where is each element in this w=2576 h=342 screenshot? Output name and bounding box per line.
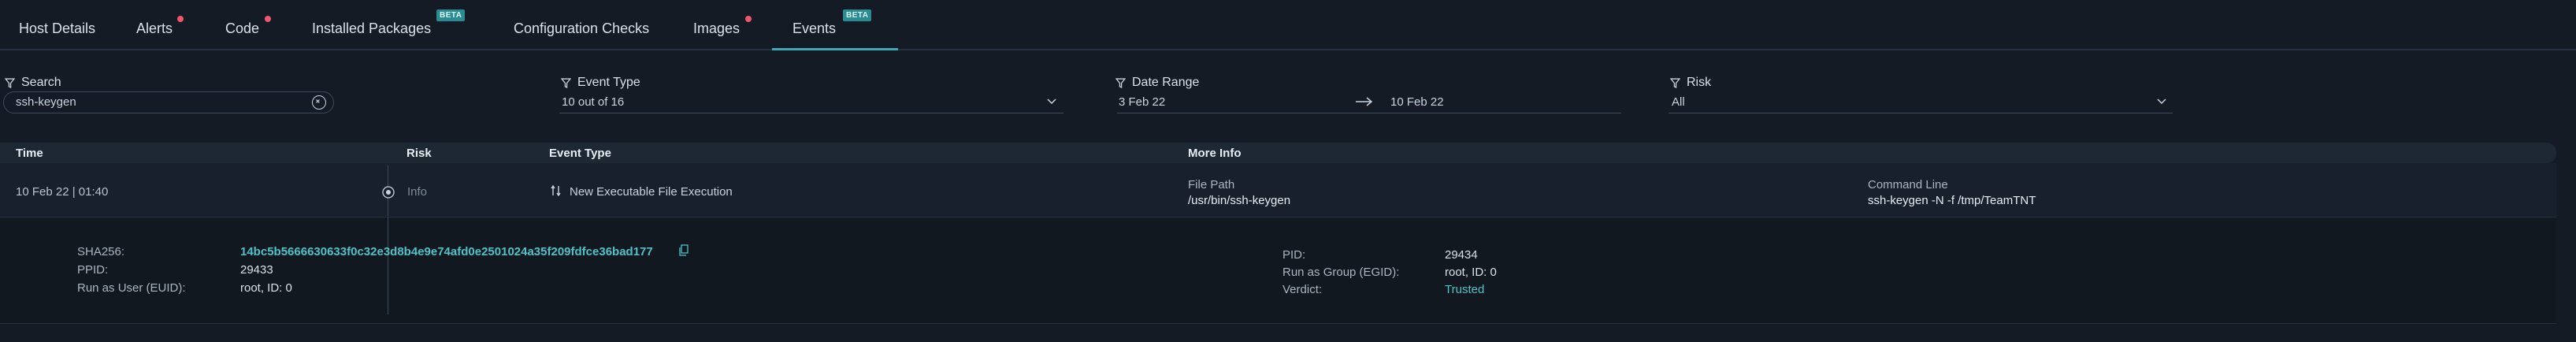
tab-alerts[interactable]: Alerts bbox=[136, 16, 184, 37]
pid-value: 29434 bbox=[1445, 248, 1478, 262]
arrow-right-icon bbox=[1356, 97, 1373, 106]
event-time: 10 Feb 22 | 01:40 bbox=[16, 185, 109, 199]
notification-dot bbox=[265, 16, 271, 22]
event-type-select[interactable]: 10 out of 16 bbox=[562, 95, 624, 109]
tab-images[interactable]: Images bbox=[693, 16, 752, 37]
verdict-label: Verdict: bbox=[1282, 283, 1323, 296]
file-path-value: /usr/bin/ssh-keygen bbox=[1188, 194, 1291, 207]
tab-installed-packages[interactable]: Installed Packages BETA bbox=[312, 9, 466, 37]
event-type: New Executable File Execution bbox=[570, 185, 733, 199]
filter-icon bbox=[1670, 77, 1680, 88]
column-header-event-type[interactable]: Event Type bbox=[549, 147, 611, 160]
tab-label: Alerts bbox=[136, 20, 173, 36]
file-execution-icon bbox=[551, 184, 561, 197]
date-range-filter-label: Date Range bbox=[1115, 76, 1199, 90]
search-filter-label: Search bbox=[5, 76, 61, 90]
risk-select[interactable]: All bbox=[1672, 95, 1685, 109]
euid-value: root, ID: 0 bbox=[240, 281, 292, 295]
tab-configuration-checks[interactable]: Configuration Checks bbox=[514, 20, 649, 37]
tab-label: Configuration Checks bbox=[514, 20, 650, 36]
tab-events[interactable]: Events BETA bbox=[792, 9, 872, 37]
tab-host-details[interactable]: Host Details bbox=[19, 20, 95, 37]
chevron-down-icon[interactable] bbox=[1046, 98, 1057, 106]
filter-icon bbox=[5, 77, 15, 88]
column-header-time[interactable]: Time bbox=[16, 147, 43, 160]
beta-badge: BETA bbox=[436, 9, 466, 21]
risk-filter-label: Risk bbox=[1670, 76, 1711, 90]
filter-icon bbox=[1115, 77, 1126, 88]
copy-icon[interactable] bbox=[678, 244, 689, 257]
file-path-label: File Path bbox=[1188, 178, 1235, 191]
tab-label: Code bbox=[225, 20, 260, 36]
ppid-label: PPID: bbox=[77, 263, 109, 277]
filter-label-text: Event Type bbox=[577, 76, 640, 89]
date-from-input[interactable]: 3 Feb 22 bbox=[1119, 95, 1165, 109]
filter-label-text: Search bbox=[21, 76, 61, 89]
date-to-input[interactable]: 10 Feb 22 bbox=[1390, 95, 1444, 109]
verdict-value: Trusted bbox=[1445, 283, 1485, 296]
pid-label: PID: bbox=[1282, 248, 1306, 262]
euid-label: Run as User (EUID): bbox=[77, 281, 186, 295]
table-header bbox=[0, 143, 2556, 163]
tab-label: Installed Packages bbox=[312, 20, 432, 36]
row-divider bbox=[0, 323, 2556, 324]
egid-value: root, ID: 0 bbox=[1445, 266, 1497, 279]
column-header-more-info: More Info bbox=[1188, 147, 1242, 160]
risk-level: Info bbox=[407, 185, 428, 199]
notification-dot bbox=[177, 16, 184, 22]
column-header-risk[interactable]: Risk bbox=[406, 147, 432, 160]
tab-code[interactable]: Code bbox=[225, 16, 271, 37]
notification-dot bbox=[745, 16, 752, 22]
timeline-node-icon bbox=[382, 186, 395, 199]
ppid-value: 29433 bbox=[240, 263, 273, 277]
beta-badge: BETA bbox=[843, 9, 872, 21]
sha256-value[interactable]: 14bc5b5666630633f0c32e3d8b4e9e74afd0e250… bbox=[240, 245, 653, 258]
active-tab-indicator bbox=[772, 48, 898, 50]
event-type-filter-label: Event Type bbox=[561, 76, 640, 90]
filter-icon bbox=[561, 77, 571, 88]
search-input-value: ssh-keygen bbox=[16, 95, 76, 109]
chevron-down-icon[interactable] bbox=[2156, 98, 2167, 106]
filter-label-text: Risk bbox=[1687, 76, 1712, 89]
sha256-label: SHA256: bbox=[77, 245, 125, 258]
command-line-value: ssh-keygen -N -f /tmp/TeamTNT bbox=[1868, 194, 2036, 207]
tab-label: Images bbox=[693, 20, 741, 36]
event-details-panel bbox=[0, 217, 2556, 323]
tab-label: Events bbox=[792, 20, 837, 36]
tab-label: Host Details bbox=[19, 20, 96, 36]
clear-search-icon[interactable] bbox=[312, 95, 326, 110]
egid-label: Run as Group (EGID): bbox=[1282, 266, 1400, 279]
filter-label-text: Date Range bbox=[1132, 76, 1200, 89]
command-line-label: Command Line bbox=[1868, 178, 1948, 191]
tab-bar: Host Details Alerts Code Installed Packa… bbox=[0, 0, 2576, 50]
